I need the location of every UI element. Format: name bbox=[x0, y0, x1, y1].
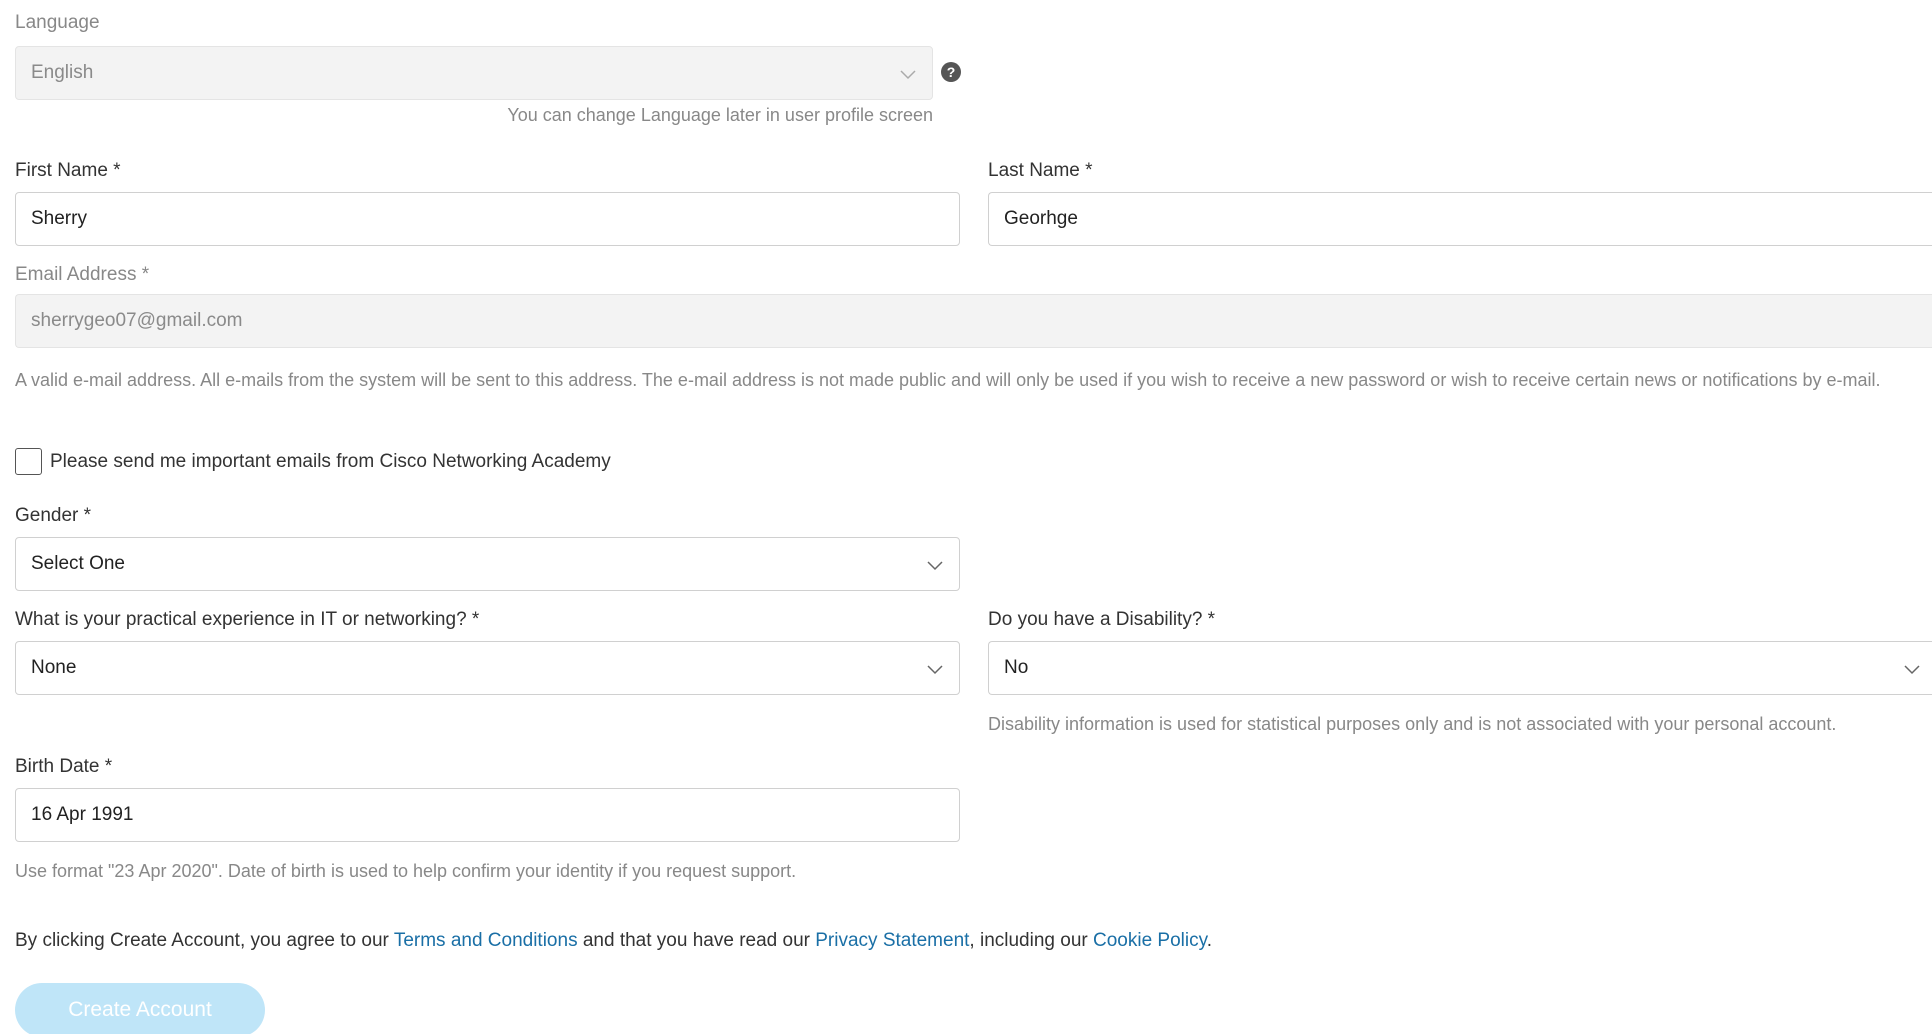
email-value: sherrygeo07@gmail.com bbox=[31, 310, 243, 331]
agreement-comma: , including our bbox=[969, 930, 1093, 951]
birth-date-label: Birth Date * bbox=[15, 756, 113, 777]
language-label: Language bbox=[15, 12, 100, 33]
first-name-value: Sherry bbox=[31, 208, 87, 229]
email-field[interactable]: sherrygeo07@gmail.com bbox=[15, 294, 1932, 348]
disability-select[interactable]: No bbox=[988, 641, 1932, 695]
experience-label: What is your practical experience in IT … bbox=[15, 609, 480, 630]
gender-value: Select One bbox=[31, 553, 125, 574]
email-description: A valid e-mail address. All e-mails from… bbox=[15, 370, 1881, 390]
language-value: English bbox=[31, 62, 94, 83]
birth-date-input[interactable]: 16 Apr 1991 bbox=[15, 788, 960, 842]
chevron-down-icon bbox=[1902, 659, 1922, 679]
experience-value: None bbox=[31, 657, 77, 678]
birth-date-value: 16 Apr 1991 bbox=[31, 804, 134, 825]
gender-label: Gender * bbox=[15, 505, 92, 526]
disability-label: Do you have a Disability? * bbox=[988, 609, 1216, 630]
question-circle-icon[interactable]: ? bbox=[941, 62, 961, 82]
terms-link[interactable]: Terms and Conditions bbox=[394, 930, 578, 951]
birth-date-hint: Use format "23 Apr 2020". Date of birth … bbox=[15, 861, 797, 881]
agreement-text: By clicking Create Account, you agree to… bbox=[15, 930, 1212, 952]
disability-value: No bbox=[1004, 657, 1029, 678]
first-name-input[interactable]: Sherry bbox=[15, 192, 960, 246]
email-label: Email Address * bbox=[15, 264, 150, 285]
chevron-down-icon bbox=[898, 64, 918, 84]
chevron-down-icon bbox=[925, 555, 945, 575]
first-name-label: First Name * bbox=[15, 160, 121, 181]
agreement-middle: and that you have read our bbox=[577, 930, 816, 951]
disability-hint: Disability information is used for stati… bbox=[988, 714, 1837, 734]
newsletter-checkbox[interactable] bbox=[15, 448, 42, 475]
gender-select[interactable]: Select One bbox=[15, 537, 960, 591]
agreement-prefix: By clicking Create Account, you agree to… bbox=[15, 930, 394, 951]
newsletter-label[interactable]: Please send me important emails from Cis… bbox=[50, 451, 611, 473]
last-name-input[interactable]: Georhge bbox=[988, 192, 1932, 246]
last-name-value: Georhge bbox=[1004, 208, 1078, 229]
cookie-link[interactable]: Cookie Policy bbox=[1093, 930, 1207, 951]
privacy-link[interactable]: Privacy Statement bbox=[815, 930, 969, 951]
experience-select[interactable]: None bbox=[15, 641, 960, 695]
create-account-button[interactable]: Create Account bbox=[15, 983, 265, 1034]
agreement-suffix: . bbox=[1206, 930, 1212, 951]
language-hint: You can change Language later in user pr… bbox=[507, 105, 933, 125]
language-select[interactable]: English bbox=[15, 46, 933, 100]
chevron-down-icon bbox=[925, 659, 945, 679]
last-name-label: Last Name * bbox=[988, 160, 1093, 181]
